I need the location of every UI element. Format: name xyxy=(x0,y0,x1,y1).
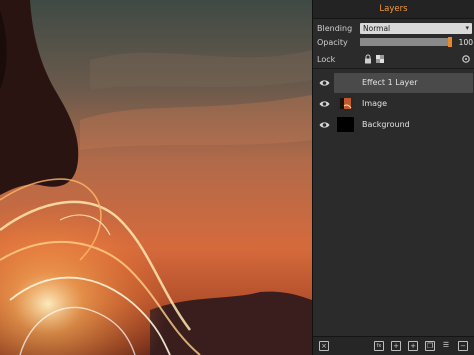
fx-icon[interactable]: fx xyxy=(374,341,384,351)
layer-thumbnail xyxy=(337,96,354,111)
chevron-down-icon: ▾ xyxy=(465,23,469,32)
lock-transparency-icon[interactable] xyxy=(375,54,385,64)
lock-icon[interactable] xyxy=(363,54,373,64)
layer-row-image[interactable]: Image xyxy=(315,94,473,114)
lock-label: Lock xyxy=(317,54,336,64)
delete-icon[interactable]: − xyxy=(458,341,468,351)
opacity-slider-handle[interactable] xyxy=(448,37,452,47)
opacity-row: Opacity 100 xyxy=(317,35,473,49)
layers-panel: Layers Blending Normal ▾ Opacity 100 Loc… xyxy=(312,0,474,355)
settings-icon[interactable] xyxy=(461,54,471,64)
canvas-area[interactable] xyxy=(0,0,312,355)
layer-row-effect-1[interactable]: Effect 1 Layer xyxy=(315,73,473,93)
eye-icon[interactable] xyxy=(319,120,330,130)
add-icon[interactable]: + xyxy=(408,341,418,351)
blending-label: Blending xyxy=(317,23,353,33)
eye-icon[interactable] xyxy=(319,78,330,88)
blending-select[interactable]: Normal ▾ xyxy=(360,22,472,34)
duplicate-icon[interactable]: ❐ xyxy=(425,341,435,351)
layers-toolbar: × fx + + ❐ ☰ − xyxy=(313,336,474,355)
layer-name: Background xyxy=(362,120,410,129)
lock-row: Lock xyxy=(317,52,470,66)
merge-icon[interactable]: ☰ xyxy=(441,341,451,351)
eye-icon[interactable] xyxy=(319,99,330,109)
panel-title: Layers xyxy=(313,0,474,19)
layer-name: Image xyxy=(362,99,388,108)
layer-name: Effect 1 Layer xyxy=(362,78,418,87)
opacity-label: Opacity xyxy=(317,37,348,47)
artwork-image xyxy=(0,0,312,355)
opacity-slider-fill xyxy=(360,38,452,46)
blending-row: Blending Normal ▾ xyxy=(317,21,472,35)
layer-thumbnail xyxy=(337,117,354,132)
divider xyxy=(313,68,474,69)
add-layer-icon[interactable]: + xyxy=(391,341,401,351)
blending-value: Normal xyxy=(363,23,391,33)
close-icon[interactable]: × xyxy=(319,341,329,351)
opacity-slider[interactable] xyxy=(360,37,452,47)
layer-row-background[interactable]: Background xyxy=(315,115,473,135)
opacity-value-field[interactable]: 100 xyxy=(455,37,473,48)
